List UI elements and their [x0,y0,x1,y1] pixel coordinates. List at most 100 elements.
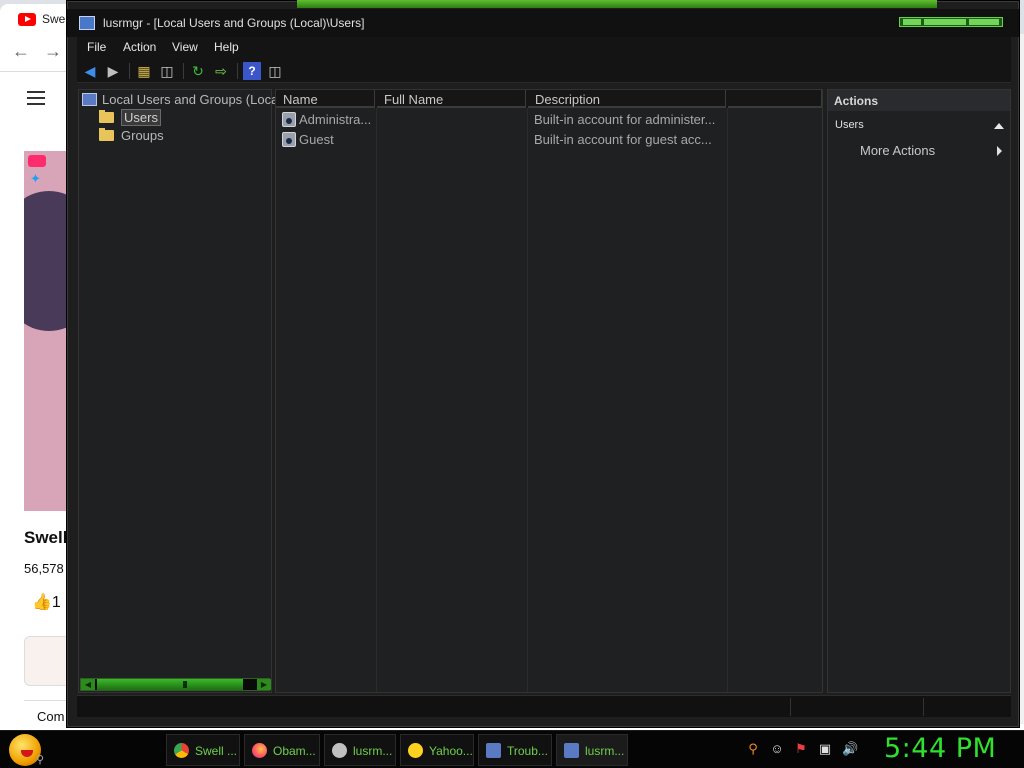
mmc-app-icon [79,16,95,30]
toolbar-separator [183,63,184,79]
user-icon [282,112,296,127]
view-count: 56,578 [24,561,64,576]
chrome-icon [174,743,189,758]
column-header-empty[interactable] [728,90,822,108]
column-divider [527,108,528,692]
menu-file[interactable]: File [87,40,106,54]
tree-item-groups[interactable]: Groups [99,128,164,143]
taskbar-button-label: Yahoo... [429,744,473,758]
taskbar-button-computer-management[interactable]: lusrm... [556,734,628,766]
user-name: Administra... [299,112,372,127]
menu-view[interactable]: View [172,40,198,54]
status-divider [923,698,924,716]
maximize-button[interactable] [924,19,966,25]
minimize-button[interactable] [903,19,921,25]
back-icon[interactable]: ◀ [81,62,99,80]
tree-root-node[interactable]: Local Users and Groups (Local) [82,92,286,107]
computer-icon [82,93,97,106]
taskbar-button-firefox[interactable]: Obam... [244,734,320,766]
actions-pane: Actions Users More Actions [827,89,1011,693]
mmc-icon [332,743,347,758]
actions-section-users[interactable]: Users [828,117,1010,135]
user-name-cell[interactable]: Guest [282,132,374,147]
scrollbar-thumb[interactable] [97,679,243,690]
user-icon [282,132,296,147]
up-folder-icon[interactable]: ▦ [135,62,153,80]
column-header-full-name[interactable]: Full Name [377,90,526,108]
tree-item-users[interactable]: Users [99,109,161,126]
scroll-left-button[interactable]: ◀ [81,679,95,690]
computer-management-icon [564,743,579,758]
like-button[interactable]: 👍1 [32,592,61,612]
close-button[interactable] [969,19,999,25]
firefox-icon [252,743,267,758]
more-actions-item[interactable]: More Actions [828,141,1010,161]
tree-root-label: Local Users and Groups (Local) [102,92,286,107]
collapse-arrow-icon[interactable] [994,123,1004,129]
menu-action[interactable]: Action [123,40,156,54]
window-title: lusrmgr - [Local Users and Groups (Local… [103,16,365,30]
submenu-arrow-icon [997,146,1002,156]
toolbar-separator [237,63,238,79]
column-divider [376,108,377,692]
window-titlebar[interactable]: lusrmgr - [Local Users and Groups (Local… [67,9,1019,37]
actions-section-label: Users [835,119,864,131]
hamburger-menu-icon[interactable] [27,91,45,105]
description-cell: Built-in account for guest acc... [534,132,712,147]
messenger-tray-icon[interactable]: ☺ [770,742,784,756]
tree-item-label: Groups [121,128,164,143]
network-icon[interactable]: ▣ [818,742,832,756]
folder-icon [99,128,114,141]
status-divider [790,698,791,716]
taskbar-clock[interactable]: 5:44 PM [884,733,996,764]
window-control-buttons[interactable] [899,17,1003,27]
video-title[interactable]: Swell [24,528,67,548]
console-tree-pane: Local Users and Groups (Local) Users Gro… [78,89,286,693]
user-name: Guest [299,132,334,147]
start-search-icon: ⚲ [36,754,45,766]
browser-back-icon[interactable]: ← [12,41,30,62]
help-icon[interactable]: ? [243,62,261,80]
window-top-glow [297,0,937,8]
show-hide-action-pane-icon[interactable]: ◫ [266,62,284,80]
troubleshoot-icon [486,743,501,758]
status-bar [77,695,1011,717]
tree-horizontal-scrollbar[interactable]: ◀ ▶ [80,678,271,691]
yahoo-messenger-icon [408,743,423,758]
twitter-icon: ✦ [30,171,41,186]
tree-item-label: Users [121,109,161,126]
column-divider [727,108,728,692]
taskbar-button-label: lusrm... [585,744,625,758]
browser-tab-title: Swe [42,12,66,26]
volume-icon[interactable]: 🔊 [842,742,858,756]
export-list-icon[interactable]: ⇨ [212,62,230,80]
show-hide-tree-icon[interactable]: ◫ [158,62,176,80]
more-actions-label: More Actions [860,143,936,158]
forward-icon[interactable]: ▶ [104,62,122,80]
youtube-badge-icon [28,155,46,167]
scroll-right-button[interactable]: ▶ [257,679,271,690]
taskbar-button-yahoo[interactable]: Yahoo... [400,734,474,766]
taskbar-button-chrome[interactable]: Swell ... [166,734,240,766]
taskbar: ⚲ Swell ... Obam... lusrm... Yahoo... Tr… [0,730,1024,768]
action-center-flag-icon[interactable]: ⚑ [794,742,808,756]
browser-forward-icon[interactable]: → [44,41,62,62]
youtube-icon [18,13,36,26]
refresh-icon[interactable]: ↻ [189,62,207,80]
toolbar: ◀ ▶ ▦ ◫ ↻ ⇨ ? ◫ [77,59,1011,83]
scrollbar-grip [183,681,187,688]
taskbar-button-troubleshoot[interactable]: Troub... [478,734,552,766]
column-header-name[interactable]: Name [276,90,375,108]
folder-icon [99,110,114,123]
column-header-description[interactable]: Description [528,90,726,108]
search-icon[interactable]: ⚲ [746,742,760,756]
user-name-cell[interactable]: Administra... [282,112,374,127]
lusrmgr-window: lusrmgr - [Local Users and Groups (Local… [66,0,1020,728]
menu-help[interactable]: Help [214,40,239,54]
taskbar-button-lusrmgr[interactable]: lusrm... [324,734,396,766]
users-list-pane: Name Full Name Description Administra...… [275,89,823,693]
menu-bar: File Action View Help [77,37,1011,59]
actions-title: Actions [828,90,1010,111]
taskbar-button-label: Swell ... [195,744,238,758]
description-cell: Built-in account for administer... [534,112,716,127]
